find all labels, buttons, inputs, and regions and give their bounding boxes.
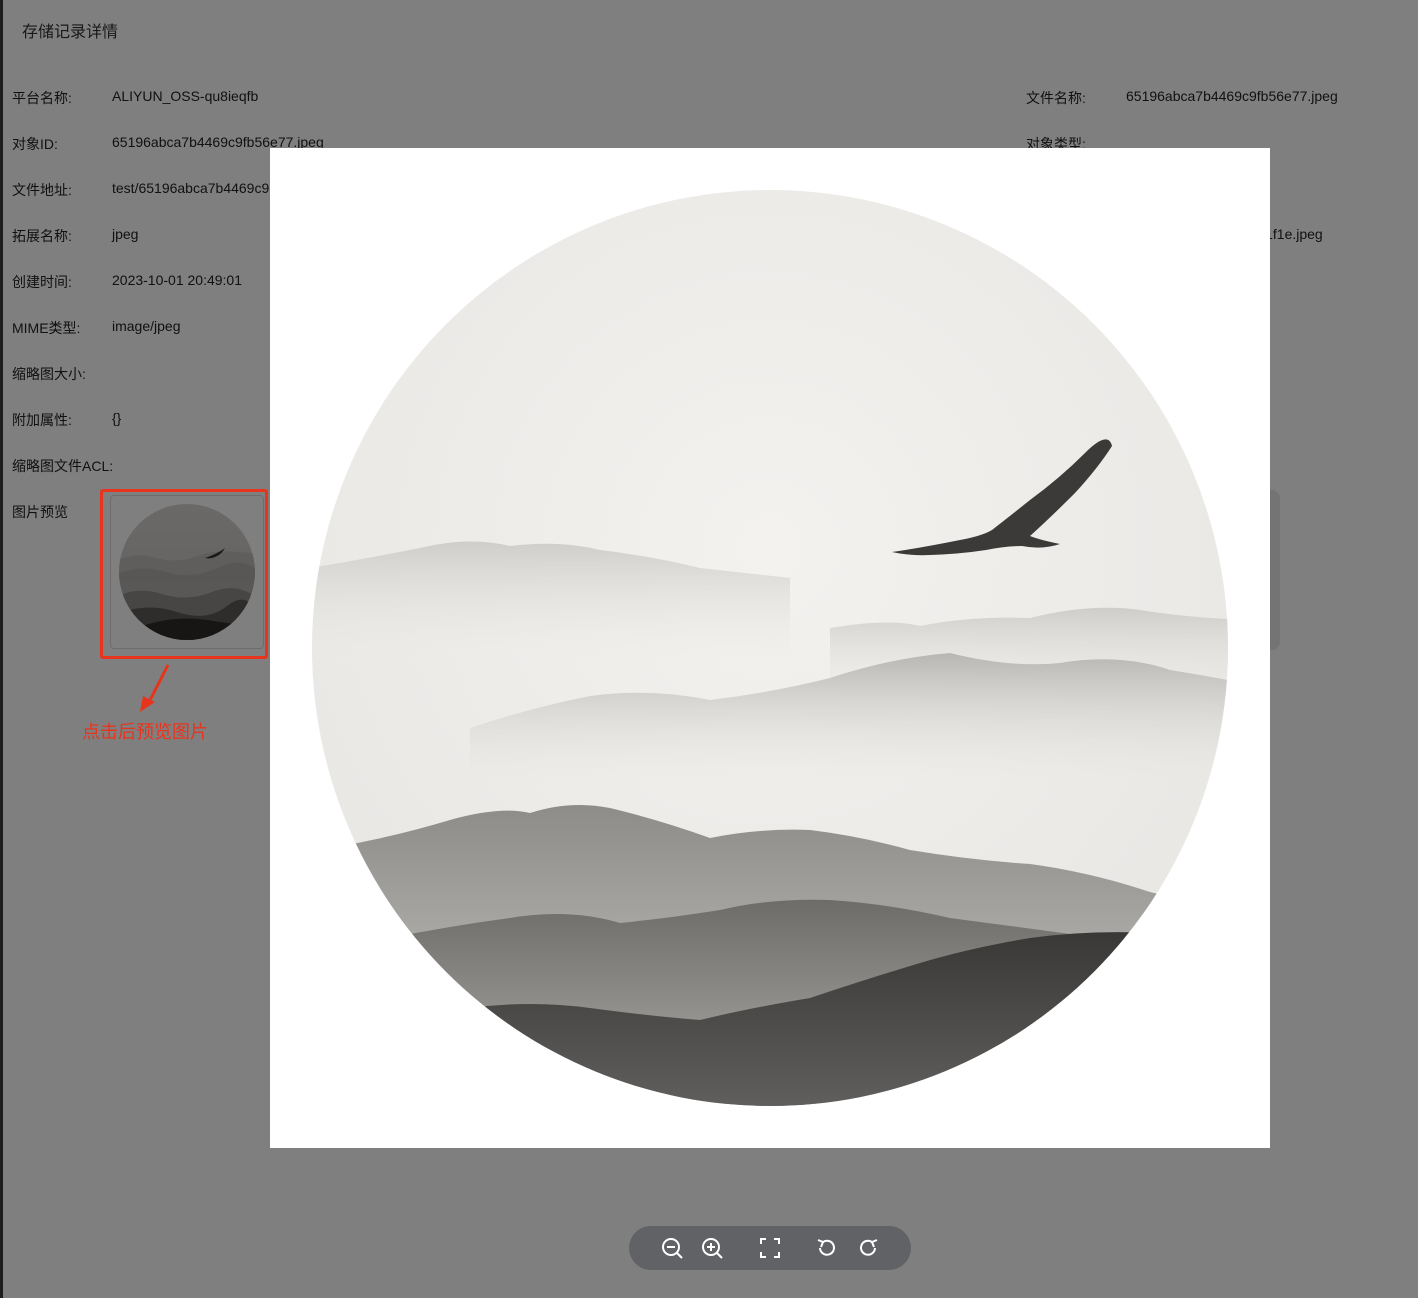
rotate-right-button[interactable]: [854, 1234, 882, 1262]
fullscreen-button[interactable]: [756, 1234, 784, 1262]
annotation-text: 点击后预览图片: [82, 722, 208, 742]
ink-landscape-image: [312, 190, 1228, 1106]
zoom-out-button[interactable]: [658, 1234, 686, 1262]
annotation-arrow-icon: [140, 664, 170, 712]
zoom-out-icon: [662, 1238, 683, 1259]
rotate-left-icon: [817, 1239, 835, 1256]
rotate-right-icon: [860, 1239, 878, 1256]
viewer-toolbar: [629, 1226, 911, 1270]
fullscreen-icon: [760, 1238, 780, 1258]
annotation-highlight-box: [100, 489, 268, 659]
preview-image[interactable]: [270, 148, 1270, 1148]
zoom-in-icon: [702, 1238, 723, 1259]
rotate-left-button[interactable]: [813, 1234, 841, 1262]
zoom-in-button[interactable]: [698, 1234, 726, 1262]
